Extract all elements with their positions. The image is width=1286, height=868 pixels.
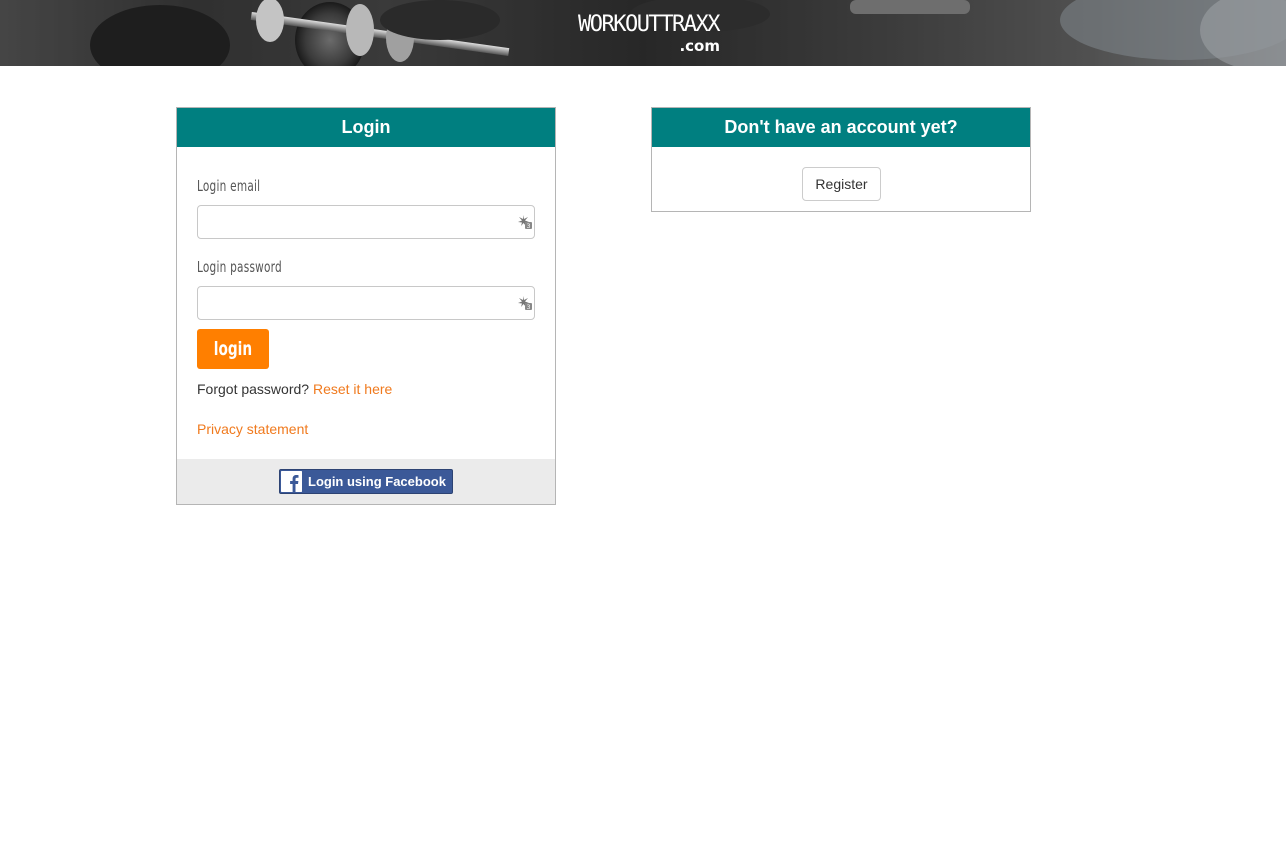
register-panel: Don't have an account yet? Register	[651, 107, 1031, 212]
login-panel: Login Login email 3 Login password 3 log…	[176, 107, 556, 505]
login-button[interactable]: login	[197, 329, 269, 369]
svg-text:3: 3	[527, 304, 531, 311]
login-panel-footer: Login using Facebook	[177, 459, 555, 504]
forgot-password-row: Forgot password? Reset it here	[197, 381, 392, 397]
svg-text:3: 3	[527, 223, 531, 230]
email-field[interactable]	[197, 205, 535, 239]
forgot-password-text: Forgot password?	[197, 381, 310, 397]
register-button[interactable]: Register	[802, 167, 881, 201]
facebook-login-button[interactable]: Login using Facebook	[279, 469, 453, 494]
login-button-label: login	[213, 338, 253, 360]
register-panel-title: Don't have an account yet?	[652, 108, 1030, 147]
password-manager-key-icon[interactable]: 3	[517, 295, 533, 311]
facebook-f-icon	[281, 471, 302, 492]
facebook-login-label: Login using Facebook	[308, 474, 446, 489]
privacy-row: Privacy statement	[197, 421, 308, 437]
password-field[interactable]	[197, 286, 535, 320]
privacy-statement-link[interactable]: Privacy statement	[197, 421, 308, 437]
site-logo[interactable]: WORKOUTTRAXX .com	[578, 12, 728, 60]
logo-text: WORKOUTTRAXX	[578, 12, 720, 37]
site-header: WORKOUTTRAXX .com	[0, 0, 1286, 66]
logo-domain: .com	[679, 37, 720, 55]
email-label: Login email	[197, 177, 261, 195]
reset-password-link[interactable]: Reset it here	[313, 381, 392, 397]
login-panel-title: Login	[177, 108, 555, 147]
password-manager-key-icon[interactable]: 3	[517, 214, 533, 230]
password-label: Login password	[197, 258, 282, 276]
